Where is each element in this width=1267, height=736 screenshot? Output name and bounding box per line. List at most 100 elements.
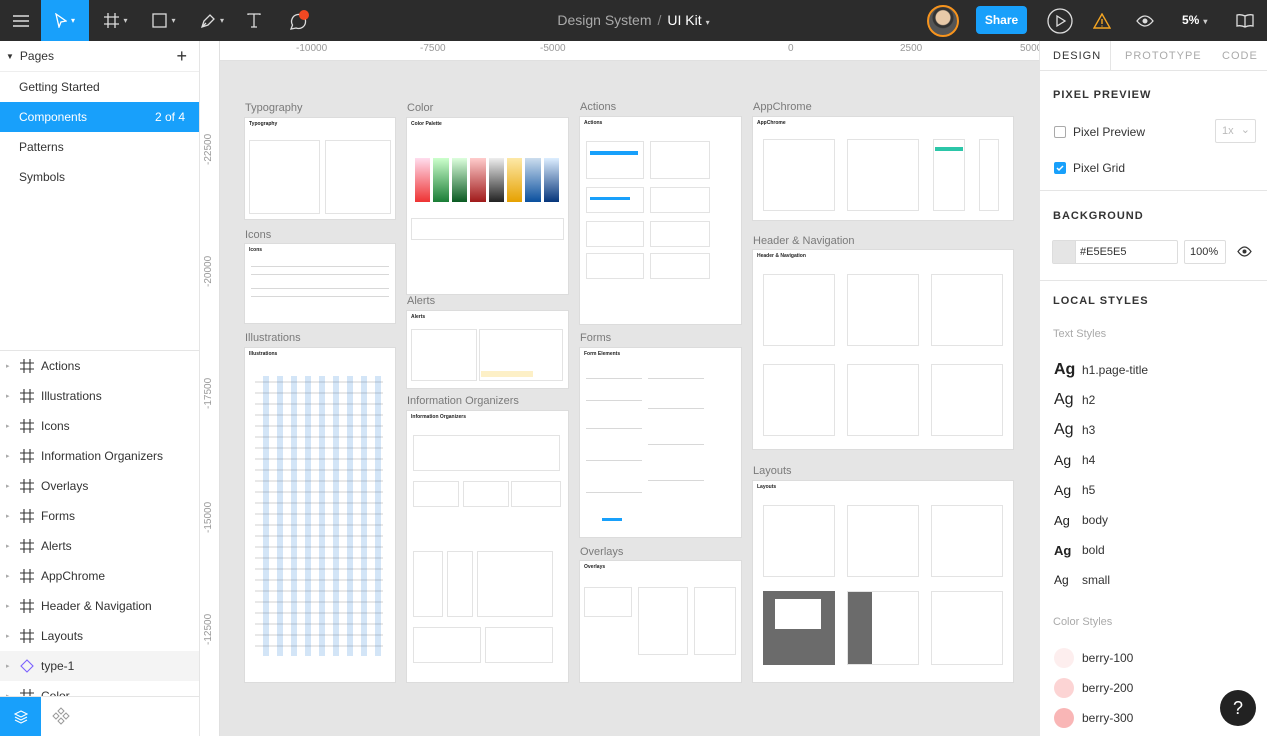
expand-icon[interactable]: ▸ bbox=[6, 602, 10, 610]
expand-icon[interactable]: ▸ bbox=[6, 512, 10, 520]
frame-label[interactable]: Layouts bbox=[753, 465, 792, 477]
canvas[interactable]: -10000 -7500 -5000 0 2500 5000 -22500 -2… bbox=[200, 41, 1039, 736]
frame-label[interactable]: Alerts bbox=[407, 295, 435, 307]
collapse-icon[interactable]: ▼ bbox=[6, 52, 14, 61]
page-item-patterns[interactable]: Patterns bbox=[0, 132, 199, 162]
frame-header-navigation[interactable]: Header & Navigation bbox=[753, 250, 1013, 449]
tab-prototype[interactable]: PROTOTYPE bbox=[1125, 41, 1202, 62]
layer-item[interactable]: ▸ Layouts bbox=[0, 621, 199, 651]
layer-item[interactable]: ▸ AppChrome bbox=[0, 561, 199, 591]
page-item-symbols[interactable]: Symbols bbox=[0, 162, 199, 192]
page-item-components[interactable]: Components 2 of 4 bbox=[0, 102, 199, 132]
frame-overlays[interactable]: Overlays bbox=[580, 561, 741, 682]
layer-item[interactable]: ▸ Overlays bbox=[0, 471, 199, 501]
avatar[interactable] bbox=[927, 5, 959, 37]
background-color-field[interactable]: #E5E5E5 bbox=[1052, 240, 1178, 264]
frame-actions[interactable]: Actions bbox=[580, 117, 741, 324]
frame-label[interactable]: AppChrome bbox=[753, 101, 812, 113]
frame-layouts[interactable]: Layouts bbox=[753, 481, 1013, 682]
expand-icon[interactable]: ▸ bbox=[6, 542, 10, 550]
menu-button[interactable] bbox=[0, 0, 41, 41]
layer-item[interactable]: ▸ Header & Navigation bbox=[0, 591, 199, 621]
background-swatch[interactable] bbox=[1053, 241, 1076, 263]
page-item-getting-started[interactable]: Getting Started bbox=[0, 72, 199, 102]
color-style-swatch[interactable] bbox=[1054, 708, 1074, 728]
zoom-control[interactable]: 5% ▾ bbox=[1182, 13, 1207, 27]
layer-item[interactable]: ▸ type-1 bbox=[0, 651, 199, 681]
text-tool-button[interactable] bbox=[239, 0, 269, 41]
expand-icon[interactable]: ▸ bbox=[6, 572, 10, 580]
color-style-swatch[interactable] bbox=[1054, 648, 1074, 668]
assets-tab[interactable] bbox=[52, 707, 70, 728]
pixel-grid-checkbox[interactable] bbox=[1054, 162, 1066, 174]
library-button[interactable] bbox=[1232, 0, 1258, 41]
text-style-item[interactable]: Ag bold bbox=[1054, 540, 1105, 560]
help-button[interactable]: ? bbox=[1220, 690, 1256, 726]
background-opacity-field[interactable]: 100% bbox=[1184, 240, 1226, 264]
expand-icon[interactable]: ▸ bbox=[6, 362, 10, 370]
frame-information-organizers[interactable]: Information Organizers bbox=[407, 411, 568, 682]
add-page-icon[interactable]: + bbox=[176, 46, 187, 67]
frame-label[interactable]: Overlays bbox=[580, 546, 623, 558]
text-style-item[interactable]: Ag h3 bbox=[1054, 420, 1095, 440]
frame-label[interactable]: Actions bbox=[580, 101, 616, 113]
move-tool-button[interactable]: ▾ bbox=[41, 0, 89, 41]
text-style-item[interactable]: Ag body bbox=[1054, 510, 1108, 530]
color-style-swatch[interactable] bbox=[1054, 678, 1074, 698]
expand-icon[interactable]: ▸ bbox=[6, 662, 10, 670]
text-style-item[interactable]: Ag small bbox=[1054, 570, 1110, 590]
expand-icon[interactable]: ▸ bbox=[6, 632, 10, 640]
expand-icon[interactable]: ▸ bbox=[6, 422, 10, 430]
layer-item[interactable]: ▸ Illustrations bbox=[0, 381, 199, 411]
text-style-item[interactable]: Ag h5 bbox=[1054, 480, 1095, 500]
chevron-down-icon: ▾ bbox=[171, 16, 176, 25]
view-button[interactable] bbox=[1132, 0, 1158, 41]
color-style-name[interactable]: berry-100 bbox=[1082, 651, 1133, 665]
frame-typography[interactable]: Typography bbox=[245, 118, 395, 219]
frame-color[interactable]: Color Palette bbox=[407, 118, 568, 294]
frame-label[interactable]: Illustrations bbox=[245, 332, 301, 344]
chevron-down-icon[interactable]: ▾ bbox=[706, 18, 710, 27]
text-style-item[interactable]: Ag h2 bbox=[1054, 390, 1095, 410]
visibility-icon[interactable] bbox=[1237, 246, 1252, 257]
layer-item[interactable]: ▸ Icons bbox=[0, 411, 199, 441]
layers-tab[interactable] bbox=[0, 697, 41, 736]
comment-tool-button[interactable] bbox=[280, 0, 316, 41]
layer-item[interactable]: ▸ Information Organizers bbox=[0, 441, 199, 471]
expand-icon[interactable]: ▸ bbox=[6, 482, 10, 490]
background-hex[interactable]: #E5E5E5 bbox=[1080, 246, 1126, 258]
layer-item[interactable]: ▸ Forms bbox=[0, 501, 199, 531]
frame-label[interactable]: Information Organizers bbox=[407, 395, 519, 407]
tab-design[interactable]: DESIGN bbox=[1053, 41, 1101, 62]
text-style-item[interactable]: Ag h4 bbox=[1054, 450, 1095, 470]
expand-icon[interactable]: ▸ bbox=[6, 452, 10, 460]
frame-tool-button[interactable]: ▾ bbox=[95, 0, 137, 41]
frame-label[interactable]: Header & Navigation bbox=[753, 235, 855, 247]
share-button[interactable]: Share bbox=[976, 6, 1027, 34]
frame-forms[interactable]: Form Elements bbox=[580, 348, 741, 537]
frame-label[interactable]: Forms bbox=[580, 332, 611, 344]
present-button[interactable] bbox=[1044, 0, 1076, 41]
warning-button[interactable] bbox=[1090, 0, 1114, 41]
tab-code[interactable]: CODE bbox=[1222, 41, 1258, 62]
frame-illustrations[interactable]: Illustrations bbox=[245, 348, 395, 682]
layer-item[interactable]: ▸ Alerts bbox=[0, 531, 199, 561]
file-name[interactable]: UI Kit bbox=[667, 12, 701, 28]
expand-icon[interactable]: ▸ bbox=[6, 392, 10, 400]
frame-alerts[interactable]: Alerts bbox=[407, 311, 568, 388]
text-style-item[interactable]: Ag h1.page-title bbox=[1054, 360, 1148, 380]
layer-item[interactable]: ▸ Actions bbox=[0, 351, 199, 381]
color-style-name[interactable]: berry-200 bbox=[1082, 681, 1133, 695]
frame-icons[interactable]: Icons bbox=[245, 244, 395, 323]
pixel-preview-checkbox[interactable] bbox=[1054, 126, 1066, 138]
frame-label[interactable]: Icons bbox=[245, 229, 271, 241]
frame-label[interactable]: Color bbox=[407, 102, 433, 114]
frame-appchrome[interactable]: AppChrome bbox=[753, 117, 1013, 220]
color-style-name[interactable]: berry-300 bbox=[1082, 711, 1133, 725]
pages-header[interactable]: ▼ Pages + bbox=[0, 41, 199, 72]
pen-tool-button[interactable]: ▾ bbox=[191, 0, 233, 41]
shape-tool-button[interactable]: ▾ bbox=[143, 0, 185, 41]
pixel-scale-select[interactable]: 1x ⌄ bbox=[1215, 119, 1256, 143]
project-name[interactable]: Design System bbox=[557, 12, 651, 28]
frame-label[interactable]: Typography bbox=[245, 102, 302, 114]
